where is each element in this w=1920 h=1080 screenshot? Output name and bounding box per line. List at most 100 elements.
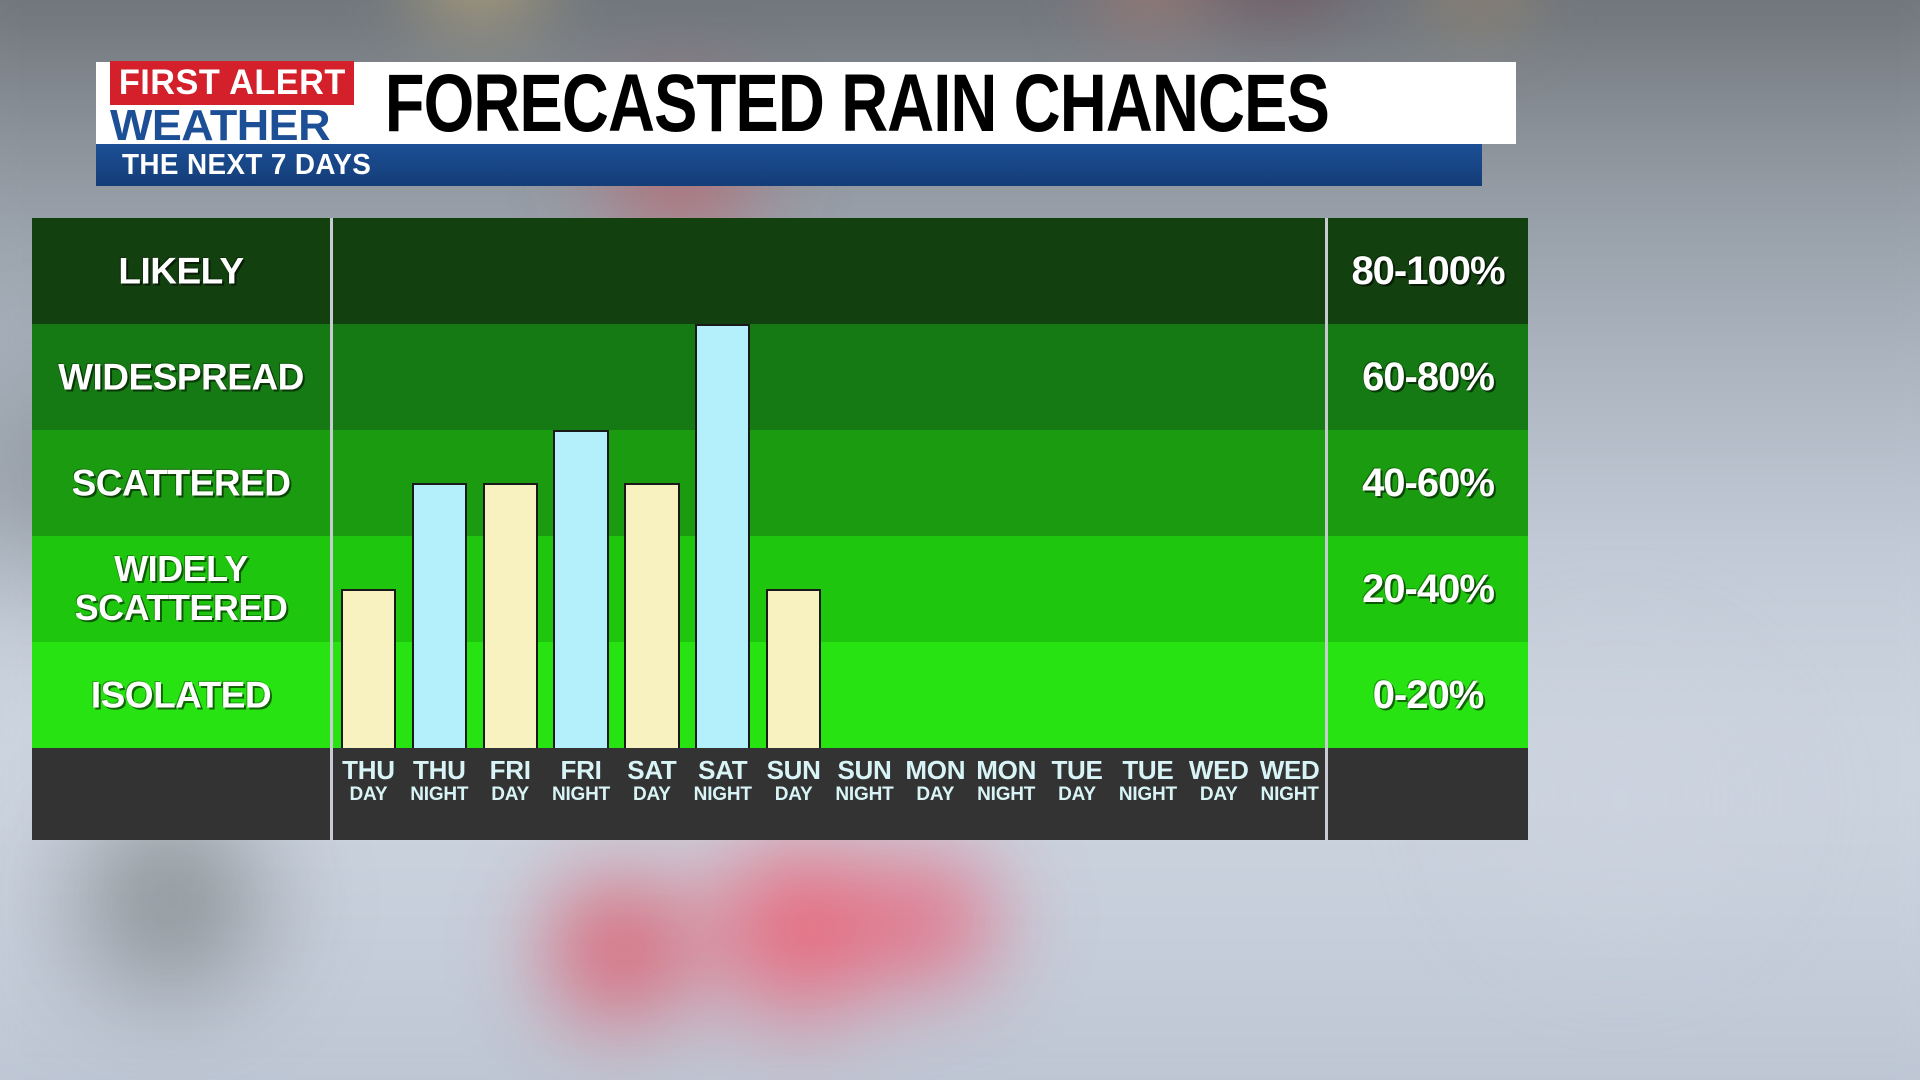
axis-day-name: SAT: [627, 755, 677, 785]
bar-slot: [829, 218, 900, 748]
first-alert-weather-logo: FIRST ALERT WEATHER: [110, 57, 368, 149]
axis-label-tue-day: TUE DAY: [1042, 748, 1113, 840]
logo-weather: WEATHER: [110, 100, 330, 150]
axis-day-part: NIGHT: [693, 784, 752, 806]
axis-day-name: MON: [976, 755, 1037, 785]
bar-slot: [758, 218, 829, 748]
graphic-header: FIRST ALERT WEATHER FORECASTED RAIN CHAN…: [96, 57, 1516, 186]
axis-label-thu-day: THU DAY: [333, 748, 404, 840]
bar-sat-day: [624, 483, 680, 748]
axis-day-part: DAY: [632, 784, 671, 806]
axis-tick-labels: THU DAY THU NIGHT FRI DAY FRI NIGHT SAT DAY SAT NIG…: [330, 748, 1328, 840]
legend-band-isolated: ISOLATED: [32, 642, 330, 748]
axis-label-tue-night: TUE NIGHT: [1112, 748, 1183, 840]
legend-band-widespread: WIDESPREAD: [32, 324, 330, 430]
axis-day-part: DAY: [774, 784, 813, 806]
bar-slot: [475, 218, 546, 748]
axis-day-name: WED: [1188, 755, 1249, 785]
bar-slot: [616, 218, 687, 748]
axis-label-fri-night: FRI NIGHT: [546, 748, 617, 840]
pct-range-label: 0-20%: [1372, 673, 1485, 717]
legend-band-scattered: SCATTERED: [32, 430, 330, 536]
axis-day-name: SUN: [766, 755, 821, 785]
subtitle-bar: THE NEXT 7 DAYS: [96, 144, 1482, 186]
axis-day-part: DAY: [1199, 784, 1238, 806]
axis-footer-left-pad: [32, 748, 330, 840]
band-label: WIDESPREAD: [58, 356, 304, 398]
pct-band-80-100: 80-100%: [1328, 218, 1528, 324]
axis-footer-right-pad: [1328, 748, 1528, 840]
page-title: FORECASTED RAIN CHANCES: [384, 57, 1330, 149]
axis-label-mon-day: MON DAY: [900, 748, 971, 840]
axis-label-mon-night: MON NIGHT: [971, 748, 1042, 840]
axis-day-name: TUE: [1122, 755, 1174, 785]
bar-slot: [687, 218, 758, 748]
axis-day-part: NIGHT: [835, 784, 894, 806]
band-label: ISOLATED: [90, 674, 272, 716]
title-bar: FIRST ALERT WEATHER FORECASTED RAIN CHAN…: [96, 57, 1516, 149]
bar-sat-night: [695, 324, 751, 748]
rain-chance-chart: LIKELY WIDESPREAD SCATTERED WIDELY SCATTERED…: [32, 218, 1528, 748]
pct-range-label: 60-80%: [1362, 355, 1495, 399]
axis-day-name: SUN: [837, 755, 892, 785]
axis-day-name: FRI: [560, 755, 602, 785]
bar-thu-day: [340, 589, 397, 748]
pct-range-label: 20-40%: [1362, 567, 1495, 611]
plot-area: [330, 218, 1328, 748]
axis-day-name: FRI: [489, 755, 531, 785]
bar-slot: [546, 218, 617, 748]
pct-range-label: 80-100%: [1351, 249, 1505, 293]
bar-slot: [971, 218, 1042, 748]
axis-day-part: DAY: [349, 784, 388, 806]
bar-fri-day: [482, 483, 538, 748]
bar-sun-day: [765, 589, 822, 748]
axis-day-name: MON: [905, 755, 966, 785]
percentage-legend-column: 80-100% 60-80% 40-60% 20-40% 0-20%: [1328, 218, 1528, 748]
axis-label-sat-day: SAT DAY: [616, 748, 687, 840]
legend-band-likely: LIKELY: [32, 218, 330, 324]
axis-label-sun-night: SUN NIGHT: [829, 748, 900, 840]
axis-label-sun-day: SUN DAY: [758, 748, 829, 840]
pct-band-40-60: 40-60%: [1328, 430, 1528, 536]
bar-slot: [404, 218, 475, 748]
axis-label-wed-night: WED NIGHT: [1254, 748, 1325, 840]
category-legend-column: LIKELY WIDESPREAD SCATTERED WIDELY SCATTERED…: [32, 218, 330, 748]
axis-day-part: NIGHT: [551, 784, 611, 806]
bar-slot: [1183, 218, 1254, 748]
axis-label-thu-night: THU NIGHT: [404, 748, 475, 840]
bar-thu-night: [411, 483, 467, 748]
axis-day-name: THU: [342, 755, 395, 785]
pct-band-0-20: 0-20%: [1328, 642, 1528, 748]
bar-slot: [900, 218, 971, 748]
bar-fri-night: [553, 430, 609, 748]
bar-slot: [1042, 218, 1113, 748]
legend-band-widely-scattered: WIDELY SCATTERED: [32, 536, 330, 642]
axis-day-name: THU: [413, 755, 466, 785]
axis-day-part: NIGHT: [410, 784, 469, 806]
pct-band-20-40: 20-40%: [1328, 536, 1528, 642]
axis-day-name: TUE: [1051, 755, 1103, 785]
axis-label-wed-day: WED DAY: [1183, 748, 1254, 840]
bar-slot: [1254, 218, 1325, 748]
axis-day-name: SAT: [698, 755, 748, 785]
band-label: WIDELY SCATTERED: [74, 548, 288, 628]
axis-label-sat-night: SAT NIGHT: [687, 748, 758, 840]
bar-slot: [333, 218, 404, 748]
pct-band-60-80: 60-80%: [1328, 324, 1528, 430]
axis-day-part: NIGHT: [1118, 784, 1177, 806]
axis-day-part: DAY: [916, 784, 955, 806]
axis-label-fri-day: FRI DAY: [475, 748, 546, 840]
axis-day-part: NIGHT: [1260, 784, 1319, 806]
axis-day-part: NIGHT: [977, 784, 1036, 806]
logo-first-alert: FIRST ALERT: [110, 60, 354, 105]
axis-footer: THU DAY THU NIGHT FRI DAY FRI NIGHT SAT DAY SAT NIG…: [32, 748, 1528, 840]
axis-day-part: DAY: [491, 784, 530, 806]
band-label: SCATTERED: [71, 462, 291, 504]
bar-slot: [1112, 218, 1183, 748]
pct-range-label: 40-60%: [1362, 461, 1495, 505]
bar-series: [333, 218, 1325, 748]
band-label: LIKELY: [118, 250, 244, 292]
axis-day-name: WED: [1259, 755, 1320, 785]
subtitle-text: THE NEXT 7 DAYS: [122, 148, 372, 181]
axis-day-part: DAY: [1058, 784, 1096, 806]
